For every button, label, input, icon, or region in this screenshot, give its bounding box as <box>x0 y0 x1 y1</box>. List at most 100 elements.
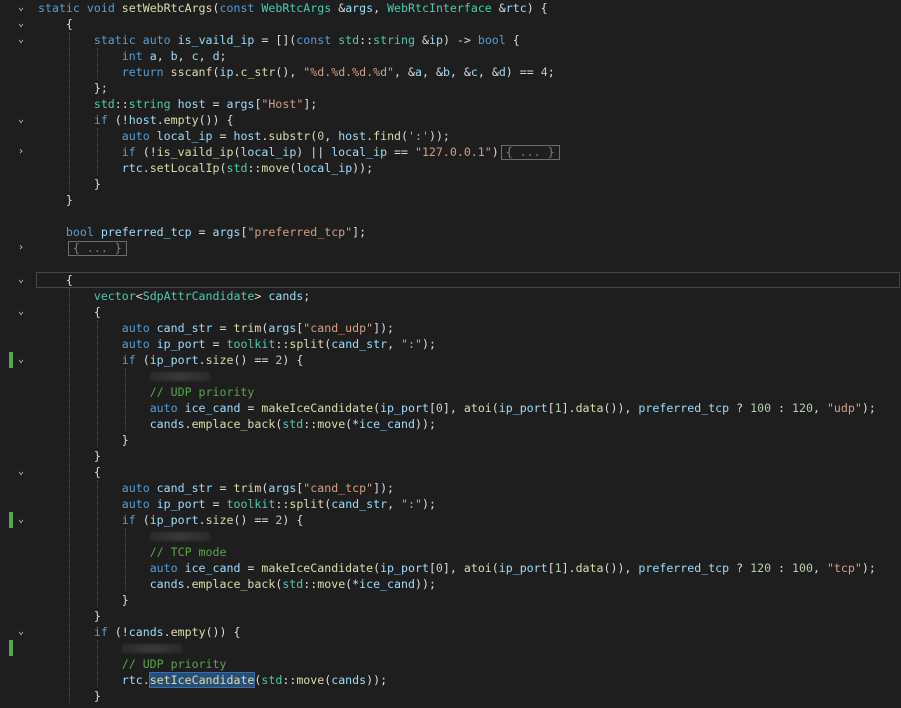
code-line[interactable]: ⌄ { <box>0 464 901 480</box>
code-line[interactable]: › { ... } <box>0 240 901 256</box>
code-text: auto ice_cand = makeIceCandidate(ip_port… <box>149 401 876 415</box>
code-text: bool preferred_tcp = args["preferred_tcp… <box>65 225 367 239</box>
code-text: { <box>38 273 73 287</box>
code-line[interactable]: int a, b, c, d; <box>0 48 901 64</box>
code-text: auto ip_port = toolkit::split(cand_str, … <box>121 497 436 511</box>
code-text: if (!host.empty()) { <box>93 113 234 127</box>
code-line[interactable]: auto ice_cand = makeIceCandidate(ip_port… <box>0 400 901 416</box>
code-line[interactable] <box>0 208 901 224</box>
fold-expanded-icon[interactable]: ⌄ <box>14 624 28 640</box>
code-line[interactable]: return sscanf(ip.c_str(), "%d.%d.%d.%d",… <box>0 64 901 80</box>
code-text: if (!cands.empty()) { <box>93 625 241 639</box>
fold-expanded-icon[interactable]: ⌄ <box>14 112 28 128</box>
code-text: std::string host = args["Host"]; <box>93 97 318 111</box>
code-line[interactable]: } <box>0 432 901 448</box>
fold-collapsed-icon[interactable]: › <box>14 240 28 256</box>
code-line[interactable]: rtc.setLocalIp(std::move(local_ip)); <box>0 160 901 176</box>
code-line[interactable]: rtc.setIceCandidate(std::move(cands)); <box>0 672 901 688</box>
code-line[interactable]: ⌄ { <box>0 304 901 320</box>
code-text: { <box>38 17 73 31</box>
code-line[interactable]: ⌄ static void setWebRtcArgs(const WebRtcA… <box>0 0 901 16</box>
code-line[interactable] <box>0 256 901 272</box>
fold-expanded-icon[interactable]: ⌄ <box>14 272 28 288</box>
code-text: static auto is_vaild_ip = [](const std::… <box>93 33 520 47</box>
code-editor[interactable]: ⌄ static void setWebRtcArgs(const WebRtcA… <box>0 0 901 708</box>
collapsed-block[interactable]: { ... } <box>500 145 560 160</box>
code-line[interactable]: bool preferred_tcp = args["preferred_tcp… <box>0 224 901 240</box>
code-text: cands.emplace_back(std::move(*ice_cand))… <box>149 577 436 591</box>
code-text: { ... } <box>38 240 127 256</box>
code-line[interactable] <box>0 368 901 384</box>
code-text: auto cand_str = trim(args["cand_tcp"]); <box>121 481 395 495</box>
fold-expanded-icon[interactable]: ⌄ <box>14 512 28 528</box>
code-line[interactable]: } <box>0 592 901 608</box>
code-line[interactable]: auto cand_str = trim(args["cand_udp"]); <box>0 320 901 336</box>
blurred-comment <box>149 532 210 541</box>
code-text: int a, b, c, d; <box>121 49 227 63</box>
selected-text[interactable]: setIceCandidate <box>148 672 256 688</box>
fold-expanded-icon[interactable]: ⌄ <box>14 304 28 320</box>
code-text: vector<SdpAttrCandidate> cands; <box>93 289 311 303</box>
fold-expanded-icon[interactable]: ⌄ <box>14 464 28 480</box>
code-line[interactable]: } <box>0 176 901 192</box>
code-text: cands.emplace_back(std::move(*ice_cand))… <box>149 417 436 431</box>
code-line[interactable]: › if (!is_vaild_ip(local_ip) || local_ip… <box>0 144 901 160</box>
code-line[interactable] <box>0 528 901 544</box>
code-line[interactable]: } <box>0 448 901 464</box>
code-line[interactable]: }; <box>0 80 901 96</box>
code-line[interactable]: vector<SdpAttrCandidate> cands; <box>0 288 901 304</box>
code-line[interactable]: ⌄ { <box>0 272 901 288</box>
code-line[interactable]: auto cand_str = trim(args["cand_tcp"]); <box>0 480 901 496</box>
change-marker <box>9 640 13 656</box>
fold-expanded-icon[interactable]: ⌄ <box>14 16 28 32</box>
fold-expanded-icon[interactable]: ⌄ <box>14 0 28 16</box>
code-line[interactable]: // TCP mode <box>0 544 901 560</box>
code-line[interactable]: } <box>0 192 901 208</box>
code-text: if (!is_vaild_ip(local_ip) || local_ip =… <box>38 144 560 160</box>
code-line[interactable]: } <box>0 608 901 624</box>
code-line[interactable]: auto ip_port = toolkit::split(cand_str, … <box>0 496 901 512</box>
fold-expanded-icon[interactable]: ⌄ <box>14 352 28 368</box>
code-line[interactable]: ⌄ if (ip_port.size() == 2) { <box>0 512 901 528</box>
code-text: // UDP priority <box>121 657 227 671</box>
code-line[interactable]: ⌄ if (!host.empty()) { <box>0 112 901 128</box>
blurred-comment <box>149 372 210 381</box>
fold-collapsed-icon[interactable]: › <box>14 144 28 160</box>
code-text: static void setWebRtcArgs(const WebRtcAr… <box>38 1 548 15</box>
code-line[interactable]: // UDP priority <box>0 384 901 400</box>
code-line[interactable]: auto ip_port = toolkit::split(cand_str, … <box>0 336 901 352</box>
code-text: auto ip_port = toolkit::split(cand_str, … <box>121 337 436 351</box>
code-text <box>38 528 210 544</box>
fold-expanded-icon[interactable]: ⌄ <box>14 32 28 48</box>
code-text: // TCP mode <box>149 545 227 559</box>
change-marker <box>9 512 13 528</box>
code-text: } <box>38 449 101 463</box>
code-text: } <box>38 593 129 607</box>
code-text: if (ip_port.size() == 2) { <box>121 353 304 367</box>
collapsed-block[interactable]: { ... } <box>67 241 127 256</box>
code-line[interactable]: cands.emplace_back(std::move(*ice_cand))… <box>0 576 901 592</box>
code-line[interactable]: // UDP priority <box>0 656 901 672</box>
code-line[interactable] <box>0 640 901 656</box>
code-text: if (ip_port.size() == 2) { <box>121 513 304 527</box>
code-line[interactable]: cands.emplace_back(std::move(*ice_cand))… <box>0 416 901 432</box>
code-line[interactable]: } <box>0 688 901 704</box>
code-text: { <box>38 305 101 319</box>
code-text <box>38 640 182 656</box>
code-text: }; <box>38 81 108 95</box>
blurred-comment <box>121 644 182 653</box>
code-text <box>38 368 210 384</box>
code-line[interactable]: ⌄ static auto is_vaild_ip = [](const std… <box>0 32 901 48</box>
code-line[interactable]: auto local_ip = host.substr(0, host.find… <box>0 128 901 144</box>
code-text: } <box>38 433 129 447</box>
code-line[interactable]: ⌄ if (!cands.empty()) { <box>0 624 901 640</box>
code-text: } <box>38 177 101 191</box>
code-line[interactable]: ⌄ { <box>0 16 901 32</box>
code-text: return sscanf(ip.c_str(), "%d.%d.%d.%d",… <box>121 65 555 79</box>
code-text: rtc.setIceCandidate(std::move(cands)); <box>121 672 388 688</box>
code-line[interactable]: ⌄ if (ip_port.size() == 2) { <box>0 352 901 368</box>
code-text: // UDP priority <box>149 385 255 399</box>
code-line[interactable]: std::string host = args["Host"]; <box>0 96 901 112</box>
code-line[interactable]: auto ice_cand = makeIceCandidate(ip_port… <box>0 560 901 576</box>
code-text: auto ice_cand = makeIceCandidate(ip_port… <box>149 561 876 575</box>
